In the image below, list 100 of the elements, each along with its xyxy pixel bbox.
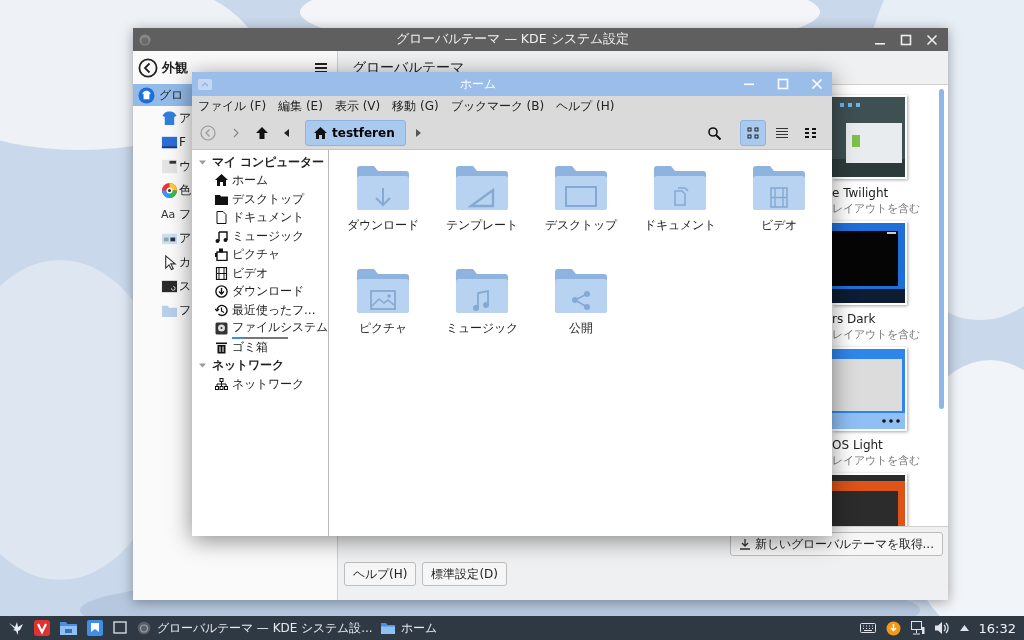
- right-triangle-icon[interactable]: [415, 129, 421, 137]
- sidebar-item[interactable]: ア: [133, 106, 192, 130]
- theme-description: レイアウトを含む: [832, 201, 921, 216]
- place-item[interactable]: デスクトップ: [232, 190, 304, 208]
- compact-view-icon: [805, 127, 817, 139]
- folder-name[interactable]: ピクチャ: [358, 320, 407, 337]
- network-icon[interactable]: [910, 621, 925, 635]
- place-item[interactable]: ホーム: [232, 172, 268, 190]
- folder-name[interactable]: ダウンロード: [346, 217, 419, 234]
- maximize-icon[interactable]: [900, 33, 912, 46]
- theme-name: e Twilight: [832, 186, 890, 200]
- folder-name[interactable]: ドキュメント: [643, 217, 716, 234]
- folder-name[interactable]: テンプレート: [445, 217, 518, 234]
- sidebar-item[interactable]: ア: [133, 226, 192, 250]
- font-icon: Aa: [161, 207, 178, 221]
- place-item[interactable]: ビデオ: [232, 264, 268, 282]
- theme-name: rs Dark: [832, 312, 877, 326]
- browser-icon[interactable]: [34, 620, 50, 636]
- sidebar-item[interactable]: グロ: [133, 84, 192, 106]
- theme-description: レイアウトを含む: [832, 453, 921, 468]
- show-desktop-icon[interactable]: [113, 621, 127, 635]
- scrollbar[interactable]: [939, 89, 944, 409]
- left-triangle-icon[interactable]: [284, 129, 289, 137]
- sidebar-header: 外観: [162, 58, 189, 77]
- folder-name[interactable]: 公開: [568, 320, 593, 337]
- trash-icon[interactable]: [215, 340, 228, 354]
- folder-name[interactable]: ミュージック: [445, 320, 518, 337]
- search-icon[interactable]: [708, 126, 721, 140]
- clock[interactable]: 16:32: [978, 620, 1016, 636]
- back-icon[interactable]: [138, 57, 158, 78]
- folder-icon[interactable]: [60, 620, 77, 636]
- network-icon[interactable]: [215, 377, 228, 391]
- sidebar-item[interactable]: フ: [133, 298, 192, 322]
- place-item[interactable]: ゴミ箱: [232, 338, 268, 356]
- download-icon[interactable]: [215, 285, 228, 299]
- theme-preview[interactable]: [832, 473, 907, 526]
- t-shirt-icon: [138, 86, 155, 104]
- folder-name[interactable]: ビデオ: [760, 217, 797, 234]
- caret-icon[interactable]: [959, 625, 969, 631]
- menu-icon[interactable]: [315, 61, 327, 74]
- sidebar-item[interactable]: ウ: [133, 154, 192, 178]
- menu-item[interactable]: 編集 (E): [278, 98, 323, 115]
- sidebar-item[interactable]: カ: [133, 250, 192, 274]
- sidebar-item[interactable]: Aa フ: [133, 202, 192, 226]
- download-icon: [738, 538, 751, 550]
- sidebar-item[interactable]: F: [133, 130, 192, 154]
- breadcrumb-button[interactable]: testferen: [305, 120, 406, 146]
- home-icon[interactable]: [215, 174, 228, 188]
- theme-preview[interactable]: [832, 95, 907, 179]
- close-icon[interactable]: [926, 33, 938, 46]
- color-wheel-icon: [161, 181, 178, 199]
- notes-icon[interactable]: [87, 620, 103, 636]
- list-view-icon: [776, 127, 788, 139]
- t-shirt-icon: [161, 109, 178, 127]
- place-item[interactable]: ドキュメント: [232, 209, 304, 227]
- folder-icon[interactable]: [215, 192, 228, 206]
- clock-icon[interactable]: [215, 303, 228, 317]
- theme-preview[interactable]: [832, 221, 907, 305]
- menu-item[interactable]: ヘルプ (H): [556, 98, 615, 115]
- place-item[interactable]: ネットワーク: [232, 375, 304, 393]
- menu-item[interactable]: 表示 (V): [334, 98, 381, 115]
- folder-icon: [380, 621, 395, 635]
- sidebar-item[interactable]: 色: [133, 178, 192, 202]
- update-icon[interactable]: [885, 620, 901, 636]
- menu-item[interactable]: ブックマーク (B): [450, 98, 545, 115]
- picture-frame-icon[interactable]: [215, 248, 228, 262]
- music-note-icon[interactable]: [215, 229, 228, 243]
- window-title: ホーム: [458, 75, 497, 93]
- app-icon: [198, 78, 212, 90]
- home-icon: [314, 127, 327, 139]
- drive-icon[interactable]: [215, 322, 228, 336]
- theme-description: レイアウトを含む: [832, 327, 921, 342]
- volume-icon[interactable]: [934, 621, 950, 635]
- window-title: グローバルテーマ — KDE システム設定: [395, 31, 630, 48]
- theme-name: OS Light: [832, 438, 884, 452]
- place-item[interactable]: ミュージック: [232, 227, 304, 245]
- menu-item[interactable]: 移動 (G): [392, 98, 439, 115]
- keyboard-icon[interactable]: [859, 622, 876, 634]
- folder-name[interactable]: デスクトップ: [544, 217, 617, 234]
- place-item[interactable]: ダウンロード: [232, 283, 304, 301]
- get-new-themes-button[interactable]: 新しいグローバルテーマを取得...: [729, 532, 943, 556]
- icon-view-icon: [747, 127, 759, 139]
- sidebar-item[interactable]: ス: [133, 274, 192, 298]
- taskbar-task[interactable]: グローバルテーマ — KDE システム設...: [137, 619, 373, 637]
- window-icon: [161, 157, 178, 175]
- footer-button[interactable]: 標準設定(D): [422, 562, 507, 586]
- expanded-arrow-icon: [199, 362, 206, 370]
- place-item[interactable]: ファイルシステム: [232, 318, 328, 336]
- document-icon[interactable]: [215, 211, 228, 225]
- place-item[interactable]: 最近使ったフ...: [232, 301, 316, 319]
- taskbar-task[interactable]: ホーム: [380, 619, 437, 637]
- settings-app-icon: [137, 621, 151, 635]
- forward-icon[interactable]: [232, 128, 240, 138]
- film-icon[interactable]: [215, 266, 228, 280]
- place-item[interactable]: ピクチャ: [232, 246, 280, 264]
- places-group-header[interactable]: マイ コンピューター: [192, 153, 328, 172]
- menu-item[interactable]: ファイル (F): [198, 98, 267, 115]
- places-group-header[interactable]: ネットワーク: [192, 356, 328, 375]
- up-arrow-icon[interactable]: [256, 127, 268, 139]
- footer-button[interactable]: ヘルプ(H): [344, 562, 417, 586]
